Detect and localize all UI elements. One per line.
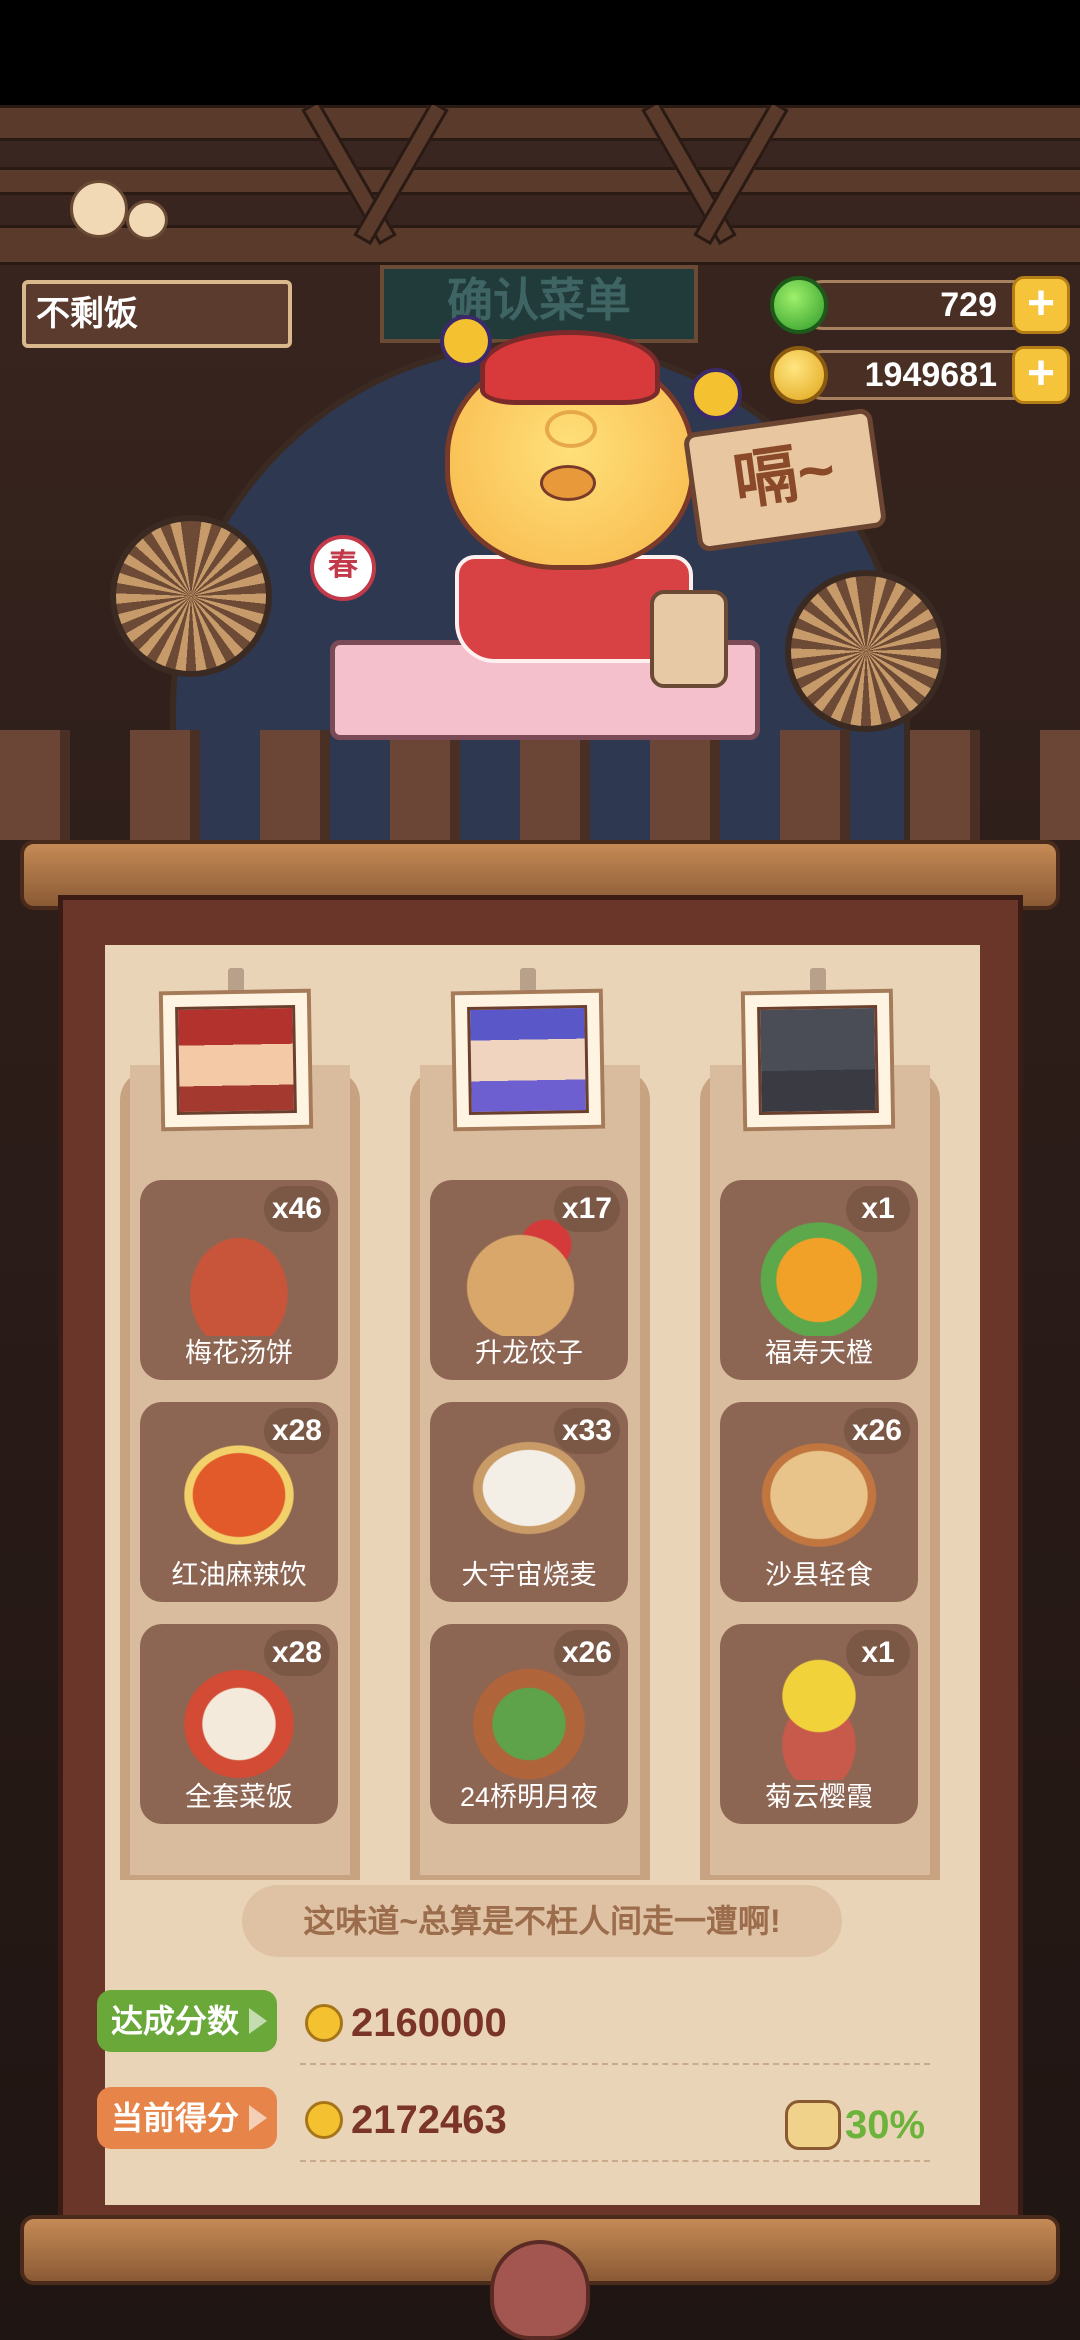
player-name: 不剩饭 (22, 280, 292, 348)
dish-count: x28 (263, 1408, 330, 1454)
hat-coin-icon (440, 315, 492, 367)
dish-card[interactable]: x28 全套菜饭 (140, 1624, 338, 1824)
spring-badge: 春 (310, 535, 376, 601)
guest-portrait-warrior[interactable] (158, 988, 314, 1132)
divider (300, 2063, 930, 2065)
red-hat (480, 330, 660, 405)
gold-coin-icon (305, 2004, 343, 2042)
fan-right (785, 570, 947, 732)
chick-decoration (70, 180, 128, 238)
roof-beam (0, 105, 1080, 141)
dish-card[interactable]: x28 红油麻辣饮 (140, 1402, 338, 1602)
hat-coin-icon (690, 368, 742, 420)
dish-card[interactable]: x1 福寿天橙 (720, 1180, 918, 1380)
chick-decoration (126, 200, 168, 240)
current-score-value: 2172463 (351, 2098, 507, 2142)
dish-count: x1 (846, 1186, 910, 1232)
dish-count: x46 (263, 1186, 330, 1232)
panther-avatar (757, 1004, 879, 1116)
dish-name: 沙县轻食 (765, 1560, 873, 1590)
jade-counter: 729 + (770, 276, 1070, 334)
arrow-icon (249, 2008, 267, 2034)
jade-icon (770, 276, 828, 334)
arrow-icon (249, 2105, 267, 2131)
dish-name: 升龙饺子 (475, 1338, 583, 1368)
jade-value: 729 (798, 280, 1040, 330)
current-score-label: 当前得分 (111, 2100, 240, 2136)
dish-name: 梅花汤饼 (185, 1338, 293, 1368)
add-jade-button[interactable]: + (1012, 276, 1070, 334)
target-score: 2160000 (305, 1993, 507, 2053)
dish-name: 24桥明月夜 (459, 1782, 599, 1812)
dish-name: 福寿天橙 (765, 1338, 873, 1368)
beak (540, 465, 596, 501)
dish-name: 全套菜饭 (185, 1782, 293, 1812)
gold-value: 1949681 (798, 350, 1040, 400)
dish-card[interactable]: x26 沙县轻食 (720, 1402, 918, 1602)
dish-count: x33 (553, 1408, 620, 1454)
dish-count: x28 (263, 1630, 330, 1676)
dish-name: 大宇宙烧麦 (461, 1560, 597, 1590)
gold-counter: 1949681 + (770, 346, 1070, 404)
dish-count: x26 (843, 1408, 910, 1454)
current-score-tag: 当前得分 (97, 2087, 277, 2149)
divider (300, 2160, 930, 2162)
money-bag-icon (785, 2100, 841, 2150)
scroll-tassel (490, 2240, 590, 2340)
guest-portrait-panther[interactable] (740, 988, 896, 1132)
customer-quote: 这味道~总算是不枉人间走一遭啊! (242, 1885, 842, 1957)
gold-coin-icon (770, 346, 828, 404)
dish-card[interactable]: x26 24桥明月夜 (430, 1624, 628, 1824)
dish-card[interactable]: x46 梅花汤饼 (140, 1180, 338, 1380)
fan-left (110, 515, 272, 677)
mage-avatar (467, 1004, 589, 1116)
roof-beam (0, 167, 1080, 195)
target-score-value: 2160000 (351, 2001, 507, 2045)
dish-card[interactable]: x1 菊云樱霞 (720, 1624, 918, 1824)
dish-count: x26 (553, 1630, 620, 1676)
bonus-percent: 30% (845, 2103, 926, 2147)
current-score: 2172463 (305, 2090, 507, 2150)
warrior-avatar (175, 1004, 297, 1116)
dish-card[interactable]: x17 升龙饺子 (430, 1180, 628, 1380)
dish-count: x1 (846, 1630, 910, 1676)
wooden-fence (0, 730, 1080, 840)
dish-name: 红油麻辣饮 (171, 1560, 307, 1590)
gold-coin-icon (305, 2101, 343, 2139)
target-score-label: 达成分数 (111, 2003, 240, 2039)
target-score-tag: 达成分数 (97, 1990, 277, 2052)
plate-stack (650, 590, 728, 688)
forehead-mark (545, 410, 597, 448)
dish-card[interactable]: x33 大宇宙烧麦 (430, 1402, 628, 1602)
dish-count: x17 (553, 1186, 620, 1232)
guest-portrait-mage[interactable] (450, 988, 606, 1132)
add-gold-button[interactable]: + (1012, 346, 1070, 404)
dish-name: 菊云樱霞 (765, 1782, 873, 1812)
